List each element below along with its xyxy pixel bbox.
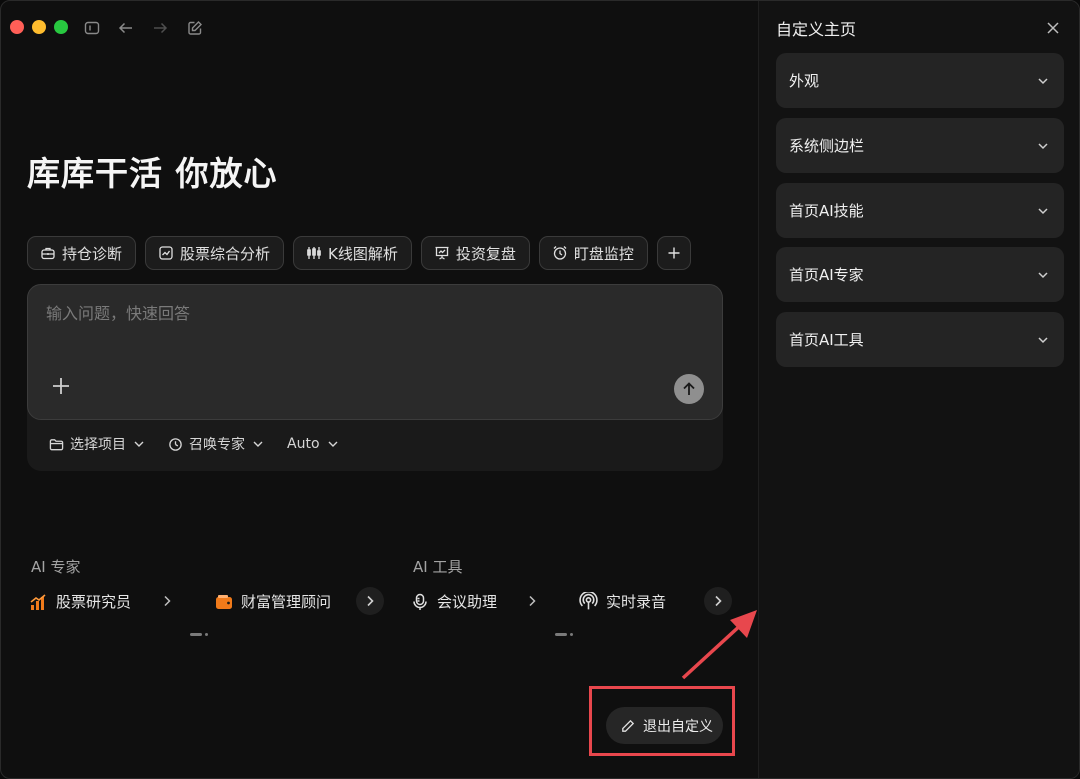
presentation-icon	[435, 246, 449, 260]
expert-stock-researcher[interactable]: 股票研究员	[30, 591, 131, 612]
minimize-window-button[interactable]	[32, 20, 46, 34]
accordion-label: 首页AI技能	[789, 202, 864, 220]
tools-pager	[555, 633, 573, 636]
send-button[interactable]	[674, 374, 704, 404]
select-project-dropdown[interactable]: 选择项目	[49, 434, 146, 454]
page-title: 库库干活 你放心	[27, 154, 278, 193]
wallet-icon	[216, 594, 232, 609]
accordion-appearance[interactable]: 外观	[776, 53, 1064, 108]
accordion-home-ai-skills[interactable]: 首页AI技能	[776, 183, 1064, 238]
chart-icon	[159, 246, 173, 260]
expert-wealth-advisor[interactable]: 财富管理顾问	[215, 591, 331, 612]
chip-label: 盯盘监控	[573, 244, 634, 263]
chip-label: 投资复盘	[455, 244, 516, 263]
back-arrow-icon[interactable]	[117, 19, 135, 37]
chip-position-diagnosis[interactable]: 持仓诊断	[27, 236, 137, 270]
attach-plus-icon[interactable]	[50, 375, 72, 397]
option-label: Auto	[287, 436, 320, 452]
window-controls	[10, 20, 68, 34]
input-placeholder: 输入问题，快速回答	[46, 304, 191, 323]
exit-customize-button[interactable]: 退出自定义	[606, 707, 723, 744]
close-icon[interactable]	[1046, 20, 1064, 38]
add-chip-button[interactable]	[656, 236, 691, 270]
experts-next-button[interactable]	[356, 587, 384, 615]
chip-investment-review[interactable]: 投资复盘	[420, 236, 530, 270]
alarm-clock-icon	[553, 246, 567, 260]
close-window-button[interactable]	[10, 20, 24, 34]
item-label: 股票研究员	[56, 593, 132, 611]
chevron-down-icon	[253, 441, 263, 447]
accordion-system-sidebar[interactable]: 系统侧边栏	[776, 118, 1064, 173]
model-auto-dropdown[interactable]: Auto	[287, 434, 340, 454]
option-label: 召唤专家	[189, 437, 245, 453]
folder-icon	[49, 438, 64, 450]
forward-arrow-icon[interactable]	[151, 19, 169, 37]
maximize-window-button[interactable]	[54, 20, 68, 34]
summon-expert-dropdown[interactable]: 召唤专家	[168, 434, 265, 454]
chevron-down-icon	[1038, 142, 1048, 149]
chevron-right-icon[interactable]	[522, 591, 542, 611]
experts-pager	[190, 633, 208, 636]
composer: 输入问题，快速回答 选择项目 召唤专家 Auto	[27, 284, 723, 471]
accordion-home-ai-tools[interactable]: 首页AI工具	[776, 312, 1064, 367]
ai-tools-label: AI 工具	[413, 558, 463, 576]
chevron-right-icon	[367, 595, 374, 607]
chevron-down-icon	[1038, 207, 1048, 214]
customize-panel: 自定义主页 外观 系统侧边栏 首页AI技能 首页AI专家 首页AI工具	[758, 1, 1079, 778]
chevron-right-icon	[715, 595, 722, 607]
accordion-label: 系统侧边栏	[789, 137, 865, 155]
panel-title: 自定义主页	[776, 20, 857, 39]
exit-customize-label: 退出自定义	[643, 718, 713, 735]
chip-label: 股票综合分析	[180, 244, 271, 263]
item-label: 实时录音	[606, 593, 667, 611]
option-label: 选择项目	[70, 437, 126, 453]
item-label: 财富管理顾问	[241, 593, 332, 611]
accordion-home-ai-experts[interactable]: 首页AI专家	[776, 247, 1064, 302]
chip-market-monitor[interactable]: 盯盘监控	[538, 236, 648, 270]
chevron-down-icon	[134, 441, 144, 447]
expert-icon	[169, 437, 182, 451]
item-label: 会议助理	[437, 593, 498, 611]
accordion-label: 外观	[789, 72, 820, 90]
sidebar-toggle-icon[interactable]	[83, 19, 101, 37]
composer-options: 选择项目 召唤专家 Auto	[49, 434, 340, 454]
chip-stock-analysis[interactable]: 股票综合分析	[145, 236, 285, 270]
accordion-label: 首页AI工具	[789, 331, 864, 349]
chevron-down-icon	[1038, 271, 1048, 278]
tool-live-recording[interactable]: 实时录音	[579, 591, 666, 612]
question-input[interactable]: 输入问题，快速回答	[27, 284, 723, 420]
accordion-label: 首页AI专家	[789, 266, 864, 284]
chevron-down-icon	[1038, 336, 1048, 343]
briefcase-icon	[41, 247, 55, 260]
chip-label: 持仓诊断	[62, 244, 123, 263]
bar-chart-icon	[30, 593, 46, 610]
podcast-icon	[579, 592, 598, 610]
app-window: 库库干活 你放心 持仓诊断 股票综合分析 K线图解析 投资复盘 盯盘监控 输入问	[0, 0, 1080, 779]
skill-chip-row: 持仓诊断 股票综合分析 K线图解析 投资复盘 盯盘监控	[27, 236, 691, 270]
ai-experts-label: AI 专家	[31, 558, 81, 576]
microphone-icon	[413, 593, 427, 610]
chevron-down-icon	[328, 441, 338, 447]
annotation-arrow	[681, 610, 757, 680]
chip-label: K线图解析	[328, 244, 398, 263]
chevron-right-icon[interactable]	[157, 591, 177, 611]
new-chat-icon[interactable]	[186, 19, 204, 37]
tool-meeting-assistant[interactable]: 会议助理	[411, 591, 497, 612]
arrow-up-icon	[683, 382, 695, 395]
plus-icon	[668, 247, 680, 259]
chip-kline-analysis[interactable]: K线图解析	[293, 236, 412, 270]
candlestick-icon	[307, 247, 321, 259]
pencil-icon	[622, 719, 635, 732]
chevron-down-icon	[1038, 77, 1048, 84]
